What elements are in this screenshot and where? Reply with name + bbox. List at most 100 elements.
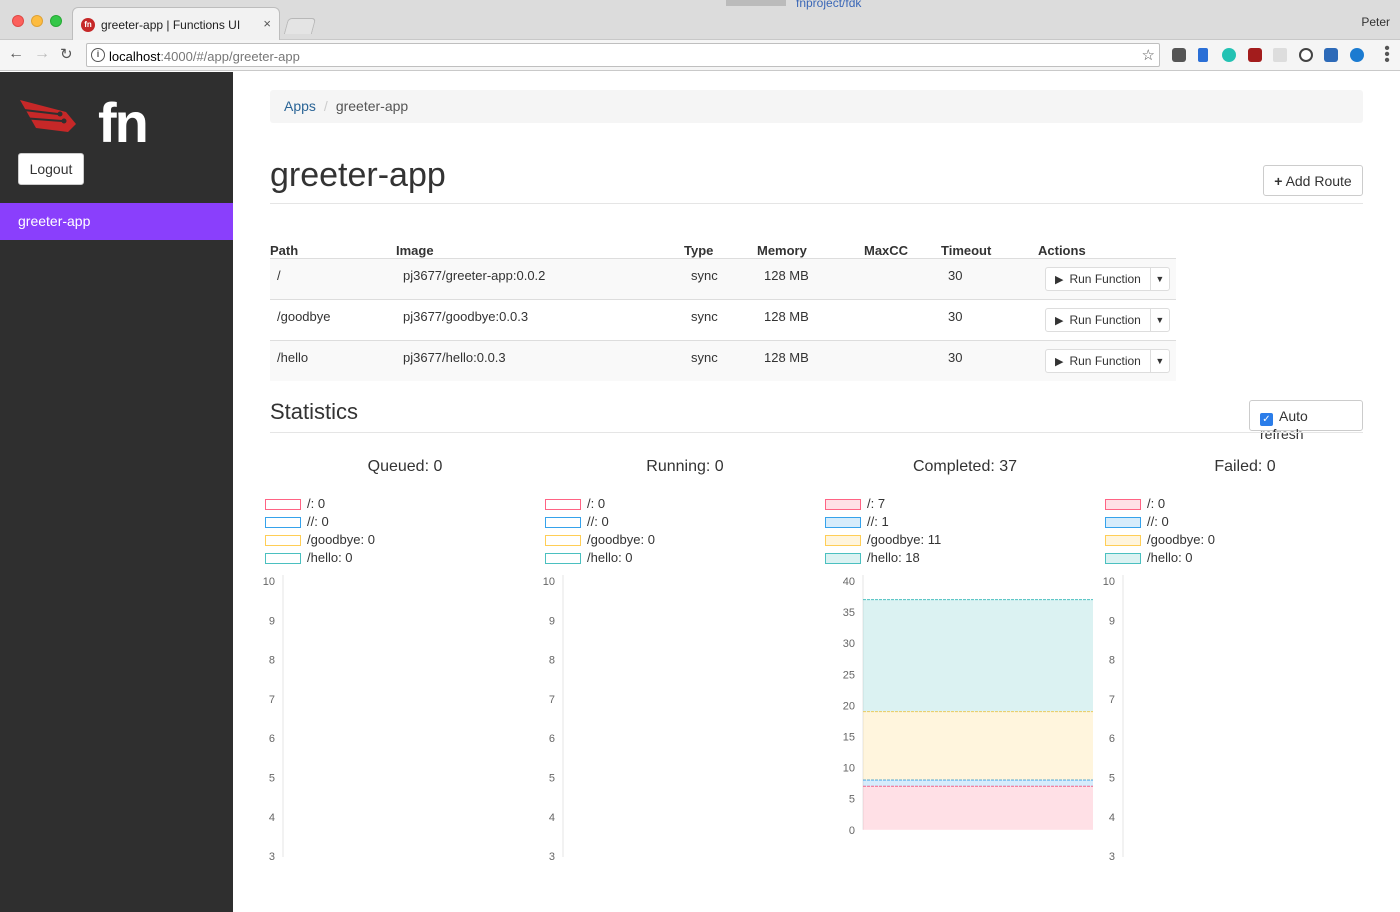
y-tick-label: 6 [549,733,555,745]
breadcrumb-separator: / [323,98,328,114]
y-tick-label: 9 [269,615,275,627]
legend-label: /: 7 [867,496,886,511]
info-icon[interactable]: i [91,48,105,62]
legend-label: /hello: 0 [1147,550,1193,565]
extension-circle-icon[interactable] [1350,48,1364,62]
y-tick-label: 3 [549,851,555,863]
route-actions: ▶ Run Function ▼ [1038,298,1176,340]
routes-table: Path Image Type Memory MaxCC Timeout Act… [270,238,1176,381]
address-bar[interactable]: i localhost:4000/#/app/greeter-app ☆ [86,43,1160,67]
maximize-window-button[interactable] [50,15,62,27]
grid-extension-icon[interactable] [1273,48,1287,62]
m-extension-icon[interactable] [1222,48,1236,62]
url-text[interactable]: localhost:4000/#/app/greeter-app [109,49,300,64]
evernote-extension-icon[interactable] [1172,48,1186,62]
fn-logo-wing-icon [20,100,76,132]
y-tick-label: 7 [269,694,275,706]
checkbox-checked-icon[interactable]: ✓ [1260,413,1273,426]
table-row: / pj3677/greeter-app:0.0.2 sync 128 MB 3… [270,257,1176,299]
add-route-label: Add Route [1285,172,1352,189]
pocket-extension-icon[interactable] [1324,48,1338,62]
route-maxcc [864,257,941,299]
route-memory: 128 MB [757,298,864,340]
sidebar-item-greeter-app[interactable]: greeter-app [0,203,233,240]
legend-swatch [1105,499,1141,510]
title-divider [270,203,1363,204]
route-memory: 128 MB [757,257,864,299]
page-title: greeter-app [270,156,446,194]
y-tick-label: 15 [843,732,855,744]
forward-arrow-icon[interactable]: → [34,45,50,63]
minimize-window-button[interactable] [31,15,43,27]
url-path: :4000/#/app/greeter-app [160,49,300,64]
reload-icon[interactable]: ↻ [60,45,73,63]
legend-label: /: 0 [587,496,606,511]
caret-down-icon[interactable]: ▼ [1151,350,1169,366]
run-function-button[interactable]: ▶ Run Function [1046,308,1151,331]
back-arrow-icon[interactable]: ← [8,45,24,63]
route-path: /hello [270,339,396,381]
auto-refresh-toggle[interactable]: ✓ Auto refresh [1249,400,1363,442]
legend-swatch [825,553,861,564]
chart-title: Running: 0 [646,458,724,475]
legend-label: /: 0 [307,496,326,511]
run-function-button[interactable]: ▶ Run Function [1046,267,1151,290]
legend-swatch [545,535,581,546]
route-image: pj3677/hello:0.0.3 [396,339,684,381]
chart-svg: 10 9 8 7 6 5 4 3 [543,575,564,863]
browser-menu-icon[interactable]: • • • [1384,41,1390,69]
add-route-button[interactable]: + Add Route [1263,165,1363,196]
column-header-image: Image [396,238,684,259]
onepassword-extension-icon[interactable] [1299,48,1313,62]
close-tab-icon[interactable]: × [263,16,271,31]
fn-logo-text: fn [98,91,149,154]
y-tick-label: 3 [269,851,275,863]
chart-title: Completed: 37 [912,458,1018,475]
legend-swatch [265,553,301,564]
logout-button[interactable]: Logout [18,153,84,185]
run-function-label: Run Function [1069,312,1141,327]
legend-swatch [825,517,861,528]
column-header-timeout: Timeout [941,238,1038,259]
column-header-actions: Actions [1038,238,1176,259]
new-tab-button[interactable] [283,18,317,34]
run-function-button-group: ▶ Run Function ▼ [1045,307,1170,332]
y-tick-label: 10 [263,576,275,588]
statistics-divider [270,432,1363,433]
chart-svg: 10 9 8 7 6 5 4 3 [263,575,284,863]
legend-label: /hello: 18 [867,550,920,565]
profile-name[interactable]: Peter [1361,15,1390,29]
column-header-memory: Memory [757,238,864,259]
play-icon: ▶ [1055,314,1064,327]
route-image: pj3677/greeter-app:0.0.2 [396,257,684,299]
browser-tab[interactable]: fn greeter-app | Functions UI × [72,7,280,40]
browser-toolbar: ← → ↻ i localhost:4000/#/app/greeter-app… [0,40,1400,71]
caret-down-icon[interactable]: ▼ [1151,268,1169,284]
y-tick-label: 7 [1109,694,1115,706]
route-image: pj3677/goodbye:0.0.3 [396,298,684,340]
column-header-maxcc: MaxCC [864,238,941,259]
legend-swatch [545,553,581,564]
statistics-heading: Statistics [270,399,359,424]
y-tick-label: 3 [1109,851,1115,863]
background-window-thumbnail [726,0,786,6]
y-tick-label: 30 [843,638,855,650]
vimium-extension-icon[interactable] [1198,48,1208,62]
browser-title-bar: fnproject/fdk fn greeter-app | Functions… [0,0,1400,40]
caret-down-icon[interactable]: ▼ [1151,309,1169,325]
queued-chart: Queued: 0 /: 0//: 0/goodbye: 0/hello: 0 … [263,452,545,863]
bookmark-star-icon[interactable]: ☆ [1142,46,1155,64]
y-tick-label: 8 [1109,655,1115,667]
legend-label: //: 1 [867,514,889,529]
run-function-label: Run Function [1069,353,1141,368]
legend-swatch [1105,517,1141,528]
run-function-button[interactable]: ▶ Run Function [1046,349,1151,372]
table-row: /goodbye pj3677/goodbye:0.0.3 sync 128 M… [270,298,1176,340]
close-window-button[interactable] [12,15,24,27]
run-function-button-group: ▶ Run Function ▼ [1045,266,1170,291]
y-tick-label: 4 [269,812,275,824]
play-icon: ▶ [1055,273,1064,286]
ublock-extension-icon[interactable] [1248,48,1262,62]
legend-label: /goodbye: 0 [307,532,375,547]
breadcrumb-apps-link[interactable]: Apps [284,98,316,114]
